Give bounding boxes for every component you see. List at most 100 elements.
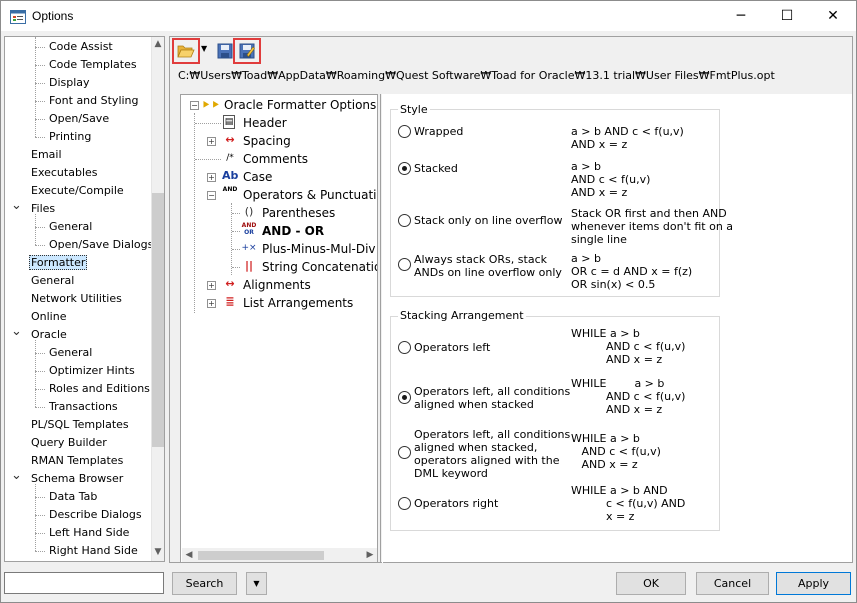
radio-button[interactable] <box>398 214 411 227</box>
radio-button[interactable] <box>398 125 411 138</box>
tree-connector <box>35 227 45 228</box>
scrollbar-thumb[interactable] <box>152 193 164 447</box>
open-file-dropdown-arrow[interactable]: ▼ <box>201 44 207 53</box>
tree-node-list-arrangements[interactable]: List Arrangements <box>243 294 353 312</box>
tree-node-parentheses[interactable]: Parentheses <box>262 204 335 222</box>
nav-item-label: Network Utilities <box>31 292 122 305</box>
file-path-label: C:₩Users₩Toad₩AppData₩Roaming₩Quest Soft… <box>178 69 775 82</box>
tree-node-header[interactable]: Header <box>243 114 287 132</box>
nav-item[interactable]: Code Assist <box>47 38 115 56</box>
formatter-options-tree[interactable]: − ⯈⯈ Oracle Formatter Options ▤ Header +… <box>180 94 378 563</box>
apply-button[interactable]: Apply <box>776 572 851 595</box>
tree-node-spacing[interactable]: Spacing <box>243 132 291 150</box>
nav-item-label: Font and Styling <box>49 94 139 107</box>
nav-item[interactable]: Execute/Compile <box>29 182 126 200</box>
nav-item[interactable]: Online <box>29 308 68 326</box>
tree-node-operators-punctuation[interactable]: Operators & Punctuation <box>243 186 377 204</box>
header-icon: ▤ <box>223 115 235 129</box>
list-arrangements-icon: ≣ <box>225 295 235 308</box>
tree-node-string-concatenation[interactable]: String Concatenation <box>262 258 377 276</box>
nav-item[interactable]: RMAN Templates <box>29 452 125 470</box>
nav-item[interactable]: Open/Save Dialogs <box>47 236 155 254</box>
tree-connector <box>35 533 45 534</box>
tree-node-comments[interactable]: Comments <box>243 150 308 168</box>
cancel-button[interactable]: Cancel <box>696 572 769 595</box>
nav-item[interactable]: Executables <box>29 164 100 182</box>
tree-node-oracle-formatter-options[interactable]: Oracle Formatter Options <box>224 96 376 114</box>
nav-item-label: Display <box>49 76 90 89</box>
nav-item[interactable]: Schema Browser <box>29 470 125 488</box>
radio-button-selected[interactable] <box>398 391 411 404</box>
save-as-button[interactable] <box>233 38 261 64</box>
option-label: Stacked <box>414 162 458 175</box>
tree-connector <box>35 515 45 516</box>
spacing-icon: ↔ <box>225 133 235 146</box>
wrapped-sample: a > b AND c < f(u,v) AND x = z <box>571 125 684 151</box>
expand-toggle[interactable]: + <box>207 137 216 146</box>
nav-item[interactable]: Printing <box>47 128 93 146</box>
tree-node-plus-minus-mul-div[interactable]: Plus-Minus-Mul-Div <box>262 240 376 258</box>
nav-item[interactable]: Roles and Editions <box>47 380 152 398</box>
search-options-dropdown[interactable]: ▼ <box>246 572 267 595</box>
alignments-icon: ↔ <box>225 277 235 290</box>
nav-item[interactable]: Data Tab <box>47 488 99 506</box>
scroll-right-arrow-icon[interactable]: ▶ <box>363 548 377 562</box>
nav-item[interactable]: Describe Dialogs <box>47 506 144 524</box>
ok-button[interactable]: OK <box>616 572 686 595</box>
expand-toggle[interactable]: + <box>207 173 216 182</box>
nav-item[interactable]: Display <box>47 74 92 92</box>
tree-connector <box>35 245 45 246</box>
tree-node-case[interactable]: Case <box>243 168 272 186</box>
tree-node-alignments[interactable]: Alignments <box>243 276 311 294</box>
scrollbar-thumb[interactable] <box>198 551 324 560</box>
always-stack-ors-sample: a > b OR c = d AND x = f(z) OR sin(x) < … <box>571 252 693 291</box>
tree-connector <box>35 340 36 407</box>
search-button[interactable]: Search <box>172 572 237 595</box>
nav-item[interactable]: Code Templates <box>47 56 139 74</box>
options-category-tree[interactable]: Code Assist Code Templates Display Font and… <box>4 36 165 562</box>
scroll-down-arrow-icon[interactable]: ▼ <box>151 545 164 559</box>
nav-item[interactable]: General <box>47 218 94 236</box>
nav-item[interactable]: Font and Styling <box>47 92 141 110</box>
chevron-down-icon[interactable]: ⌄ <box>11 469 22 488</box>
nav-item[interactable]: Files <box>29 200 57 218</box>
maximize-button[interactable]: ☐ <box>764 1 810 31</box>
nav-item[interactable]: PL/SQL Templates <box>29 416 131 434</box>
radio-button[interactable] <box>398 446 411 459</box>
radio-button[interactable] <box>398 258 411 271</box>
nav-item[interactable]: Email <box>29 146 64 164</box>
collapse-toggle[interactable]: − <box>190 101 199 110</box>
scroll-up-arrow-icon[interactable]: ▲ <box>151 37 164 51</box>
open-file-button[interactable] <box>172 38 200 64</box>
nav-item[interactable]: Left Hand Side <box>47 524 131 542</box>
option-label: Operators left, all conditions aligned w… <box>414 428 571 480</box>
tree-node-and-or[interactable]: AND - OR <box>262 222 324 240</box>
expand-toggle[interactable]: + <box>207 299 216 308</box>
collapse-toggle[interactable]: − <box>207 191 216 200</box>
nav-item[interactable]: Formatter <box>29 254 88 272</box>
tree-connector <box>232 231 240 232</box>
expand-toggle[interactable]: + <box>207 281 216 290</box>
nav-item[interactable]: General <box>29 272 76 290</box>
nav-item-label: Optimizer Hints <box>49 364 135 377</box>
nav-item[interactable]: Optimizer Hints <box>47 362 137 380</box>
chevron-down-icon[interactable]: ⌄ <box>11 199 22 218</box>
nav-item[interactable]: Open/Save <box>47 110 111 128</box>
nav-item[interactable]: Query Builder <box>29 434 109 452</box>
chevron-down-icon[interactable]: ⌄ <box>11 325 22 344</box>
scroll-left-arrow-icon[interactable]: ◀ <box>182 548 196 562</box>
nav-item[interactable]: Right Hand Side <box>47 542 140 560</box>
radio-button-selected[interactable] <box>398 162 411 175</box>
nav-item[interactable]: Transactions <box>47 398 120 416</box>
minimize-button[interactable]: ─ <box>718 1 764 31</box>
nav-item[interactable]: General <box>47 344 94 362</box>
radio-button[interactable] <box>398 341 411 354</box>
stacked-sample: a > b AND c < f(u,v) AND x = z <box>571 160 651 199</box>
search-input[interactable] <box>4 572 164 594</box>
radio-button[interactable] <box>398 497 411 510</box>
nav-item-label: Transactions <box>49 400 118 413</box>
nav-item-label: Code Templates <box>49 58 137 71</box>
nav-item[interactable]: Network Utilities <box>29 290 124 308</box>
tree-connector <box>35 119 45 120</box>
close-button[interactable]: ✕ <box>810 1 856 31</box>
